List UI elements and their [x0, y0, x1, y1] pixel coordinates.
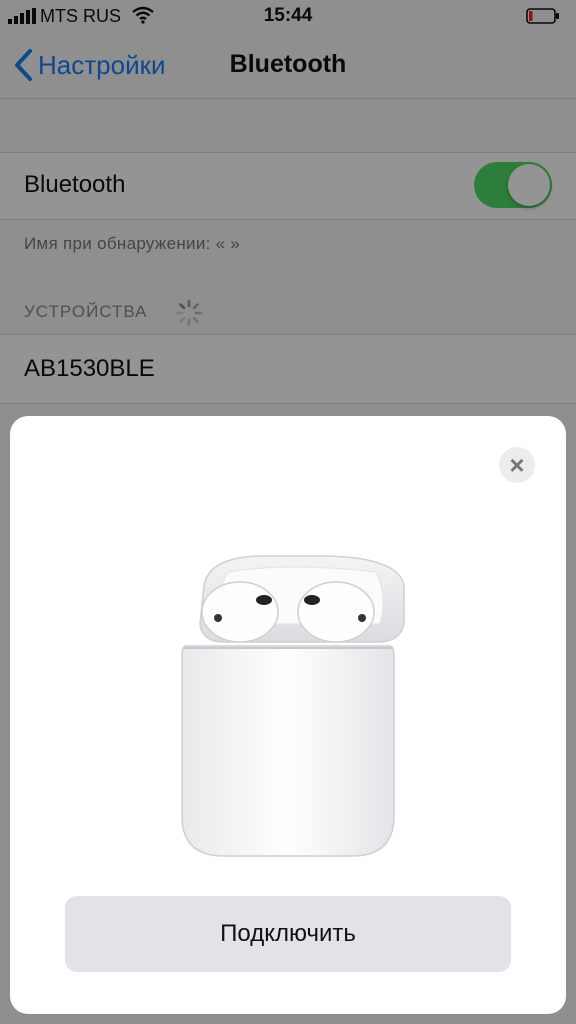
close-button[interactable]: × [499, 447, 535, 483]
airpods-case-image [181, 555, 405, 857]
connect-button[interactable]: Подключить [65, 896, 511, 972]
pairing-card: × Подключить [10, 416, 566, 1014]
bluetooth-settings-screen: MTS RUS 15:44 Настройки Bluetooth Blueto… [0, 0, 576, 1024]
close-icon: × [509, 449, 525, 480]
